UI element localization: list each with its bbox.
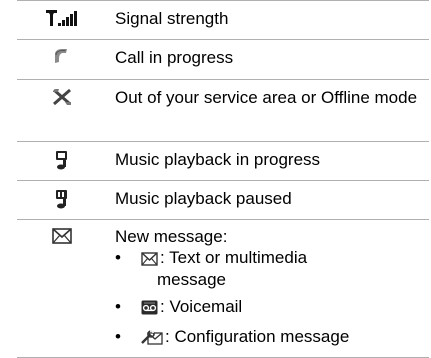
table-row: Music playback paused <box>17 180 429 220</box>
out-of-service-icon <box>52 88 72 111</box>
list-item: • : Configuration message <box>115 327 423 349</box>
table-row: Call in progress <box>17 39 429 80</box>
music-paused-icon <box>54 189 70 214</box>
row-description: New message: <box>115 227 228 246</box>
row-description: Music playback paused <box>115 189 292 208</box>
icon-table: Signal strength Call in progress Out of … <box>17 0 429 358</box>
row-description: Call in progress <box>115 48 234 67</box>
voicemail-icon <box>141 300 158 319</box>
new-message-icon <box>52 228 72 249</box>
row-description: Music playback in progress <box>115 150 321 169</box>
sub-item-text: : Text or multimedia <box>160 248 308 267</box>
music-playing-icon <box>54 150 70 175</box>
bullet: • <box>115 297 121 316</box>
table-row: Music playback in progress <box>17 141 429 181</box>
icon-description-page: Signal strength Call in progress Out of … <box>0 0 431 358</box>
configuration-message-icon <box>141 330 163 349</box>
row-description: Out of your service area or Offline mode <box>115 88 418 107</box>
envelope-icon <box>141 251 158 270</box>
sub-item-text: : Voicemail <box>160 297 243 316</box>
table-row: New message: • : Text or multimedia mess… <box>17 219 429 358</box>
sub-item-text: : Configuration message <box>165 327 350 346</box>
row-description: Signal strength <box>115 9 229 28</box>
list-item: • : Text or multimedia message <box>115 248 423 289</box>
signal-strength-icon <box>46 9 78 32</box>
list-item: • : Voicemail <box>115 297 423 319</box>
message-type-list: • : Text or multimedia message •: Voice… <box>115 248 423 349</box>
table-row: Out of your service area or Offline mode <box>17 79 429 142</box>
bullet: • <box>115 248 121 267</box>
table-row: Signal strength <box>17 0 429 40</box>
sub-item-text-continued: message <box>157 270 226 289</box>
call-in-progress-icon <box>53 48 71 71</box>
bullet: • <box>115 327 121 346</box>
